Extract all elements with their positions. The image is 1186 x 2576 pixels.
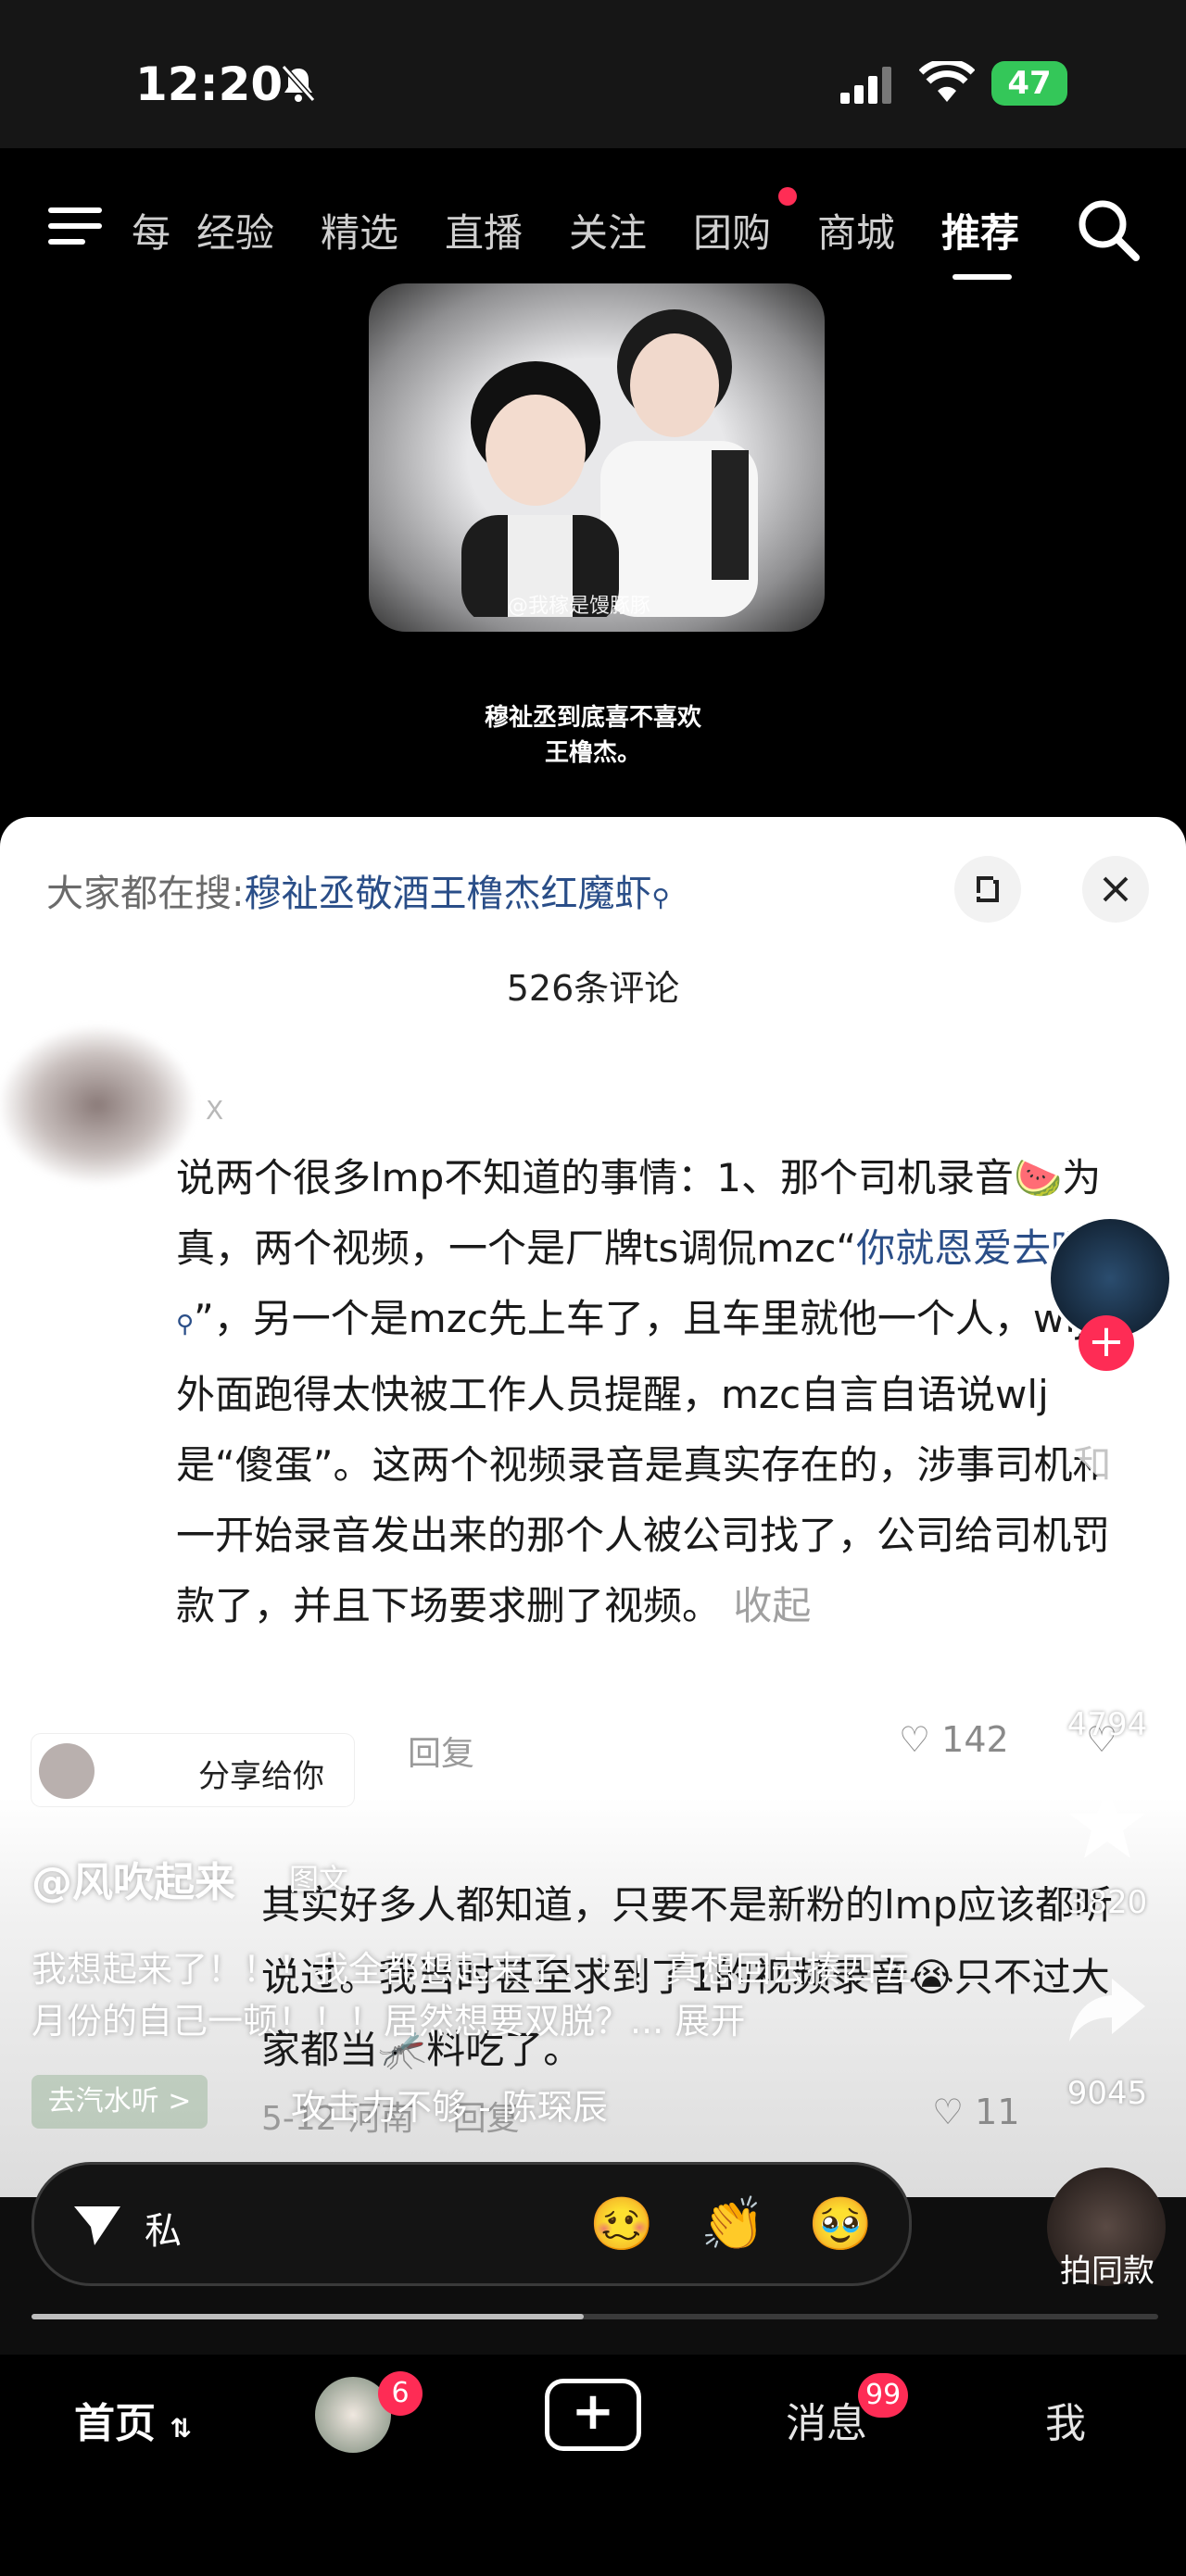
video-caption: 穆祉丞到底喜不喜欢 王橹杰。 bbox=[484, 704, 701, 767]
tab-me[interactable]: 我 bbox=[1045, 2390, 1086, 2449]
close-button[interactable] bbox=[1082, 856, 1149, 923]
progress-fill bbox=[32, 2314, 584, 2319]
tab-hidden[interactable]: 每 bbox=[132, 202, 170, 258]
shares-count: 9045 bbox=[1066, 2075, 1148, 2112]
emoji-clap[interactable]: 👏 bbox=[700, 2193, 765, 2255]
avatar[interactable] bbox=[0, 1026, 195, 1184]
expand-link[interactable]: 展开 bbox=[675, 2001, 745, 2042]
tab-group-buy[interactable]: 团购 bbox=[693, 202, 771, 258]
follow-button[interactable]: + bbox=[1079, 1315, 1134, 1371]
comment-like[interactable]: ♡ 142 bbox=[899, 1719, 1009, 1760]
tab-messages[interactable]: 消息 bbox=[786, 2390, 867, 2449]
comments-count: 4794 bbox=[1066, 1706, 1148, 1743]
comment-text: 说两个很多lmp不知道的事情：1、那个司机录音🍉为真，两个视频，一个是厂牌ts调… bbox=[176, 1155, 1126, 1628]
post-description: 我想起来了！！！我全都想起来了！！！真想回去揍四五月份的自己一顿！！！居然想要双… bbox=[32, 1949, 913, 2042]
emoji-woozy[interactable]: 🥴 bbox=[589, 2193, 654, 2255]
tab-mall[interactable]: 商城 bbox=[817, 202, 895, 258]
image-text-tag: 图文 bbox=[289, 1862, 349, 1897]
share-icon[interactable] bbox=[1066, 1973, 1149, 2047]
music-chip[interactable]: 去汽水听 > bbox=[32, 2075, 208, 2129]
favorite-star-icon[interactable] bbox=[1066, 1786, 1149, 1860]
shoot-same-label[interactable]: 拍同款 bbox=[1038, 2245, 1177, 2291]
signal-icon bbox=[840, 67, 891, 104]
avatar bbox=[39, 1743, 95, 1799]
tab-following[interactable]: 关注 bbox=[569, 202, 647, 258]
messages-badge: 99 bbox=[858, 2373, 909, 2418]
search-suggestion-link[interactable]: 穆祉丞敬酒王橹杰红魔虾 bbox=[244, 873, 651, 915]
swap-icon: ⇅ bbox=[170, 2413, 192, 2444]
video-watermark: @我稼是馒豚豚 bbox=[508, 595, 651, 618]
emoji-holding-tears[interactable]: 🥹 bbox=[808, 2193, 873, 2255]
search-small-icon: ⚲ bbox=[651, 885, 670, 912]
comment-count: 526条评论 bbox=[506, 968, 680, 1009]
tab-recommended[interactable]: 推荐 bbox=[941, 202, 1019, 258]
send-icon[interactable] bbox=[72, 2203, 122, 2247]
input-placeholder: 私 bbox=[145, 2210, 182, 2253]
collapse-link[interactable]: 收起 bbox=[733, 1583, 811, 1628]
tab-live[interactable]: 直播 bbox=[445, 202, 523, 258]
music-title[interactable]: 攻击力不够 - 陈琛辰 bbox=[291, 2079, 608, 2130]
favorites-count: 3820 bbox=[1066, 1884, 1148, 1921]
share-chip[interactable]: 分享给你 bbox=[32, 1734, 354, 1806]
video-photo: @我稼是馒豚豚 bbox=[369, 283, 825, 632]
expand-icon bbox=[977, 876, 999, 902]
battery-indicator: 47 bbox=[991, 61, 1067, 106]
tab-experience[interactable]: 经验 bbox=[196, 202, 274, 258]
status-time: 12:20 bbox=[135, 57, 284, 111]
post-author[interactable]: @风吹起来 bbox=[32, 1849, 235, 1908]
like-icon[interactable] bbox=[1066, 1415, 1149, 1489]
comment-reply-button[interactable]: 回复 bbox=[408, 1727, 474, 1775]
reply-like[interactable]: ♡ 11 bbox=[932, 2092, 1020, 2132]
tab-featured[interactable]: 精选 bbox=[321, 202, 398, 258]
tab-home[interactable]: 首页 ⇅ bbox=[74, 2390, 192, 2449]
notification-dot bbox=[778, 187, 797, 206]
wifi-icon bbox=[919, 61, 975, 102]
search-suggestion[interactable]: 大家都在搜:穆祉丞敬酒王橹杰红魔虾⚲ bbox=[46, 863, 670, 917]
search-small-icon: ⚲ bbox=[176, 1311, 195, 1338]
person-image bbox=[461, 361, 619, 617]
comment-author[interactable]: X bbox=[206, 1095, 223, 1125]
active-tab-indicator bbox=[953, 274, 1012, 280]
search-icon[interactable] bbox=[1073, 195, 1143, 265]
heart-icon: ♡ bbox=[899, 1719, 931, 1760]
expand-button[interactable] bbox=[954, 856, 1021, 923]
heart-icon: ♡ bbox=[932, 2092, 965, 2132]
close-icon bbox=[1103, 876, 1129, 902]
comment-icon[interactable] bbox=[1066, 1612, 1149, 1686]
friends-badge: 6 bbox=[378, 2371, 423, 2416]
create-button[interactable]: + bbox=[545, 2379, 641, 2451]
bell-muted-icon bbox=[281, 65, 316, 102]
top-nav: 每 经验 精选 直播 关注 团购 商城 推荐 bbox=[0, 185, 1186, 269]
